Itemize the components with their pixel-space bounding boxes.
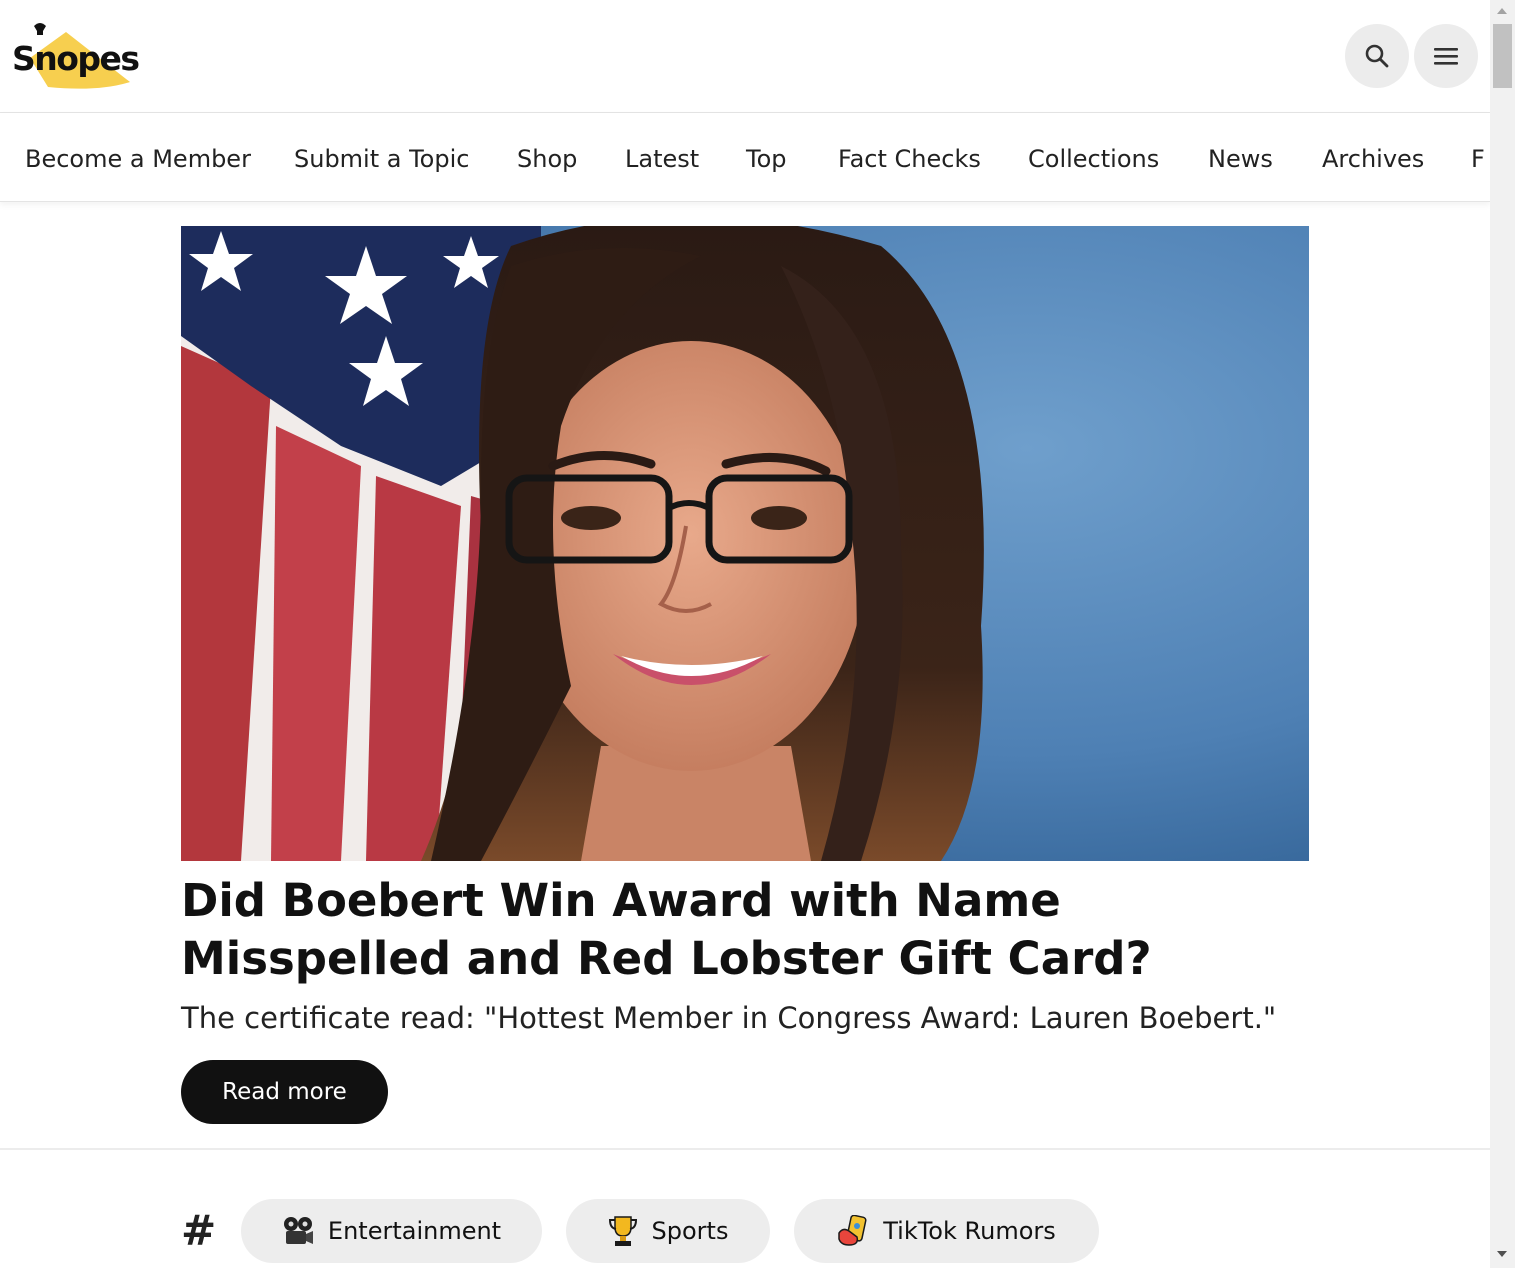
nav-item-fact-checks[interactable]: Fact Checks [838,143,981,175]
topic-chip-entertainment[interactable]: Entertainment [241,1199,542,1263]
topic-chip-tiktok-rumors[interactable]: TikTok Rumors [794,1199,1099,1263]
site-header: Snopes [0,0,1490,113]
topic-chip-label: Sports [651,1217,729,1245]
read-more-button[interactable]: Read more [181,1060,388,1124]
nav-item-top[interactable]: Top [746,143,787,175]
scroll-down-arrow-icon[interactable] [1497,1251,1507,1257]
page: Snopes Become a Member Submit a Topic Sh… [0,0,1490,1268]
topic-chip-label: Entertainment [327,1217,502,1245]
topic-chip-sports[interactable]: Sports [566,1199,770,1263]
nav-item-news[interactable]: News [1208,143,1273,175]
nav-item-submit-a-topic[interactable]: Submit a Topic [294,143,469,175]
hero-image[interactable] [181,226,1309,861]
hero-subtitle: The certificate read: "Hottest Member in… [181,1001,1277,1035]
nav-item-become-a-member[interactable]: Become a Member [25,143,251,175]
selfie-phone-icon [838,1215,867,1246]
hero-title[interactable]: Did Boebert Win Award with Name Misspell… [181,872,1309,988]
topic-chip-label: TikTok Rumors [883,1217,1056,1245]
snopes-logo[interactable]: Snopes [8,20,140,92]
nav-item-collections[interactable]: Collections [1028,143,1159,175]
nav-item-truncated[interactable]: F [1471,143,1485,175]
nav-item-shop[interactable]: Shop [517,143,577,175]
hero-portrait-image [181,226,1309,861]
menu-button[interactable] [1414,24,1478,88]
scrollbar-thumb[interactable] [1493,24,1512,88]
section-divider [0,1148,1490,1150]
scroll-up-arrow-icon[interactable] [1497,8,1507,14]
search-button[interactable] [1345,24,1409,88]
main-nav: Become a Member Submit a Topic Shop Late… [0,113,1490,202]
film-projector-icon [283,1217,313,1244]
menu-icon [1434,48,1458,65]
search-icon [1365,44,1389,68]
hashtag-icon: # [181,1206,217,1255]
nav-item-latest[interactable]: Latest [625,143,699,175]
trophy-icon [608,1216,637,1246]
logo-wordmark: Snopes [12,39,140,78]
nav-item-archives[interactable]: Archives [1322,143,1424,175]
vertical-scrollbar[interactable] [1490,0,1515,1268]
